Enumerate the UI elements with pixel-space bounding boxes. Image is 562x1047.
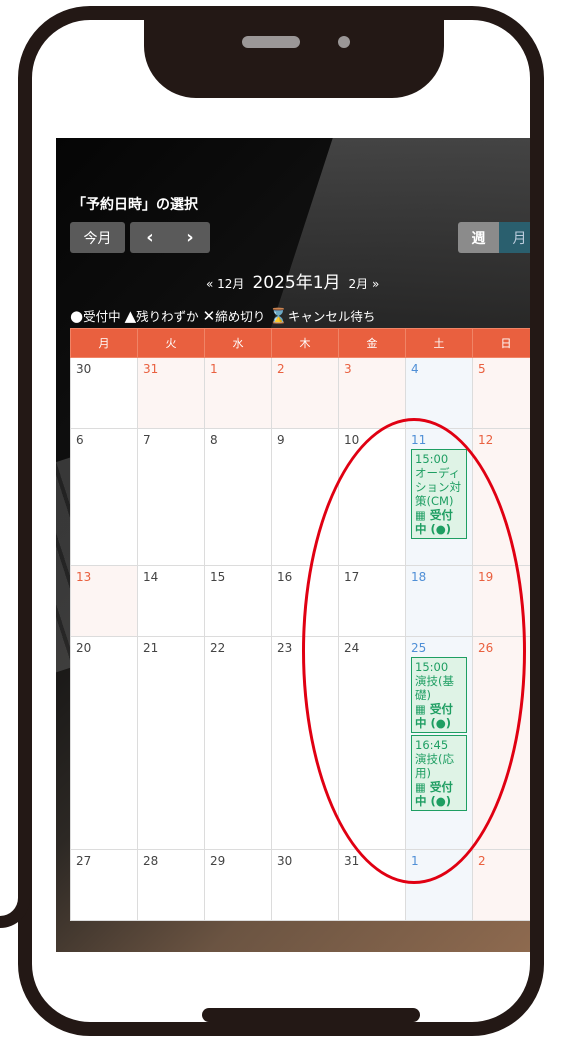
day-cell[interactable]: 14 [137, 565, 205, 637]
this-month-button[interactable]: 今月 [70, 222, 125, 253]
weekday-wed: 水 [204, 328, 272, 358]
day-cell[interactable]: 1 [204, 357, 272, 429]
camera-dot [338, 36, 350, 48]
day-cell[interactable]: 5 [472, 357, 530, 429]
weekday-mon: 月 [70, 328, 138, 358]
day-cell[interactable]: 30 [70, 357, 138, 429]
circle-icon: ● [70, 307, 84, 325]
highlight-circle-annotation [302, 418, 526, 884]
weekday-sat: 土 [405, 328, 473, 358]
phone-notch [144, 20, 444, 98]
speaker-grille [242, 36, 300, 48]
weekday-tue: 火 [137, 328, 205, 358]
status-legend: ●受付中 ▲残りわずか ✕締め切り ⌛キャンセル待ち [70, 306, 375, 325]
prev-next-button-group: ‹ › [130, 222, 210, 253]
weekday-fri: 金 [338, 328, 406, 358]
day-cell[interactable]: 2 [271, 357, 339, 429]
hourglass-icon: ⌛ [269, 307, 288, 325]
day-cell[interactable]: 7 [137, 428, 205, 566]
day-cell[interactable]: 28 [137, 849, 205, 921]
chevron-left-icon[interactable]: ‹ [130, 227, 170, 248]
day-cell[interactable]: 6 [70, 428, 138, 566]
home-indicator [202, 1008, 420, 1022]
month-navigation: « 12月 2025年1月 2月 » [206, 268, 379, 293]
day-cell[interactable]: 31 [137, 357, 205, 429]
day-cell[interactable]: 13 [70, 565, 138, 637]
next-month-link[interactable]: 2月 » [349, 275, 380, 292]
cross-icon: ✕ [202, 307, 216, 325]
prev-month-link[interactable]: « 12月 [206, 275, 244, 292]
week-row: 30 31 1 2 3 4 5 [70, 357, 530, 429]
page-title: 「予約日時」の選択 [72, 197, 198, 213]
weekday-thu: 木 [271, 328, 339, 358]
legend-closed: 締め切り [215, 309, 266, 324]
chevron-right-icon[interactable]: › [170, 227, 210, 248]
legend-open: 受付中 [83, 309, 121, 324]
current-month-label: 2025年1月 [252, 273, 341, 293]
day-cell[interactable]: 8 [204, 428, 272, 566]
week-view-button[interactable]: 週 [458, 222, 499, 253]
view-toggle: 週 月 [458, 222, 530, 253]
weekday-header-row: 月 火 水 木 金 土 日 [70, 328, 530, 358]
day-cell[interactable]: 22 [204, 636, 272, 850]
day-cell[interactable]: 15 [204, 565, 272, 637]
day-cell[interactable]: 27 [70, 849, 138, 921]
legend-few: 残りわずか [136, 309, 199, 324]
day-cell[interactable]: 30 [271, 849, 339, 921]
day-cell[interactable]: 20 [70, 636, 138, 850]
day-cell[interactable]: 29 [204, 849, 272, 921]
legend-wait: キャンセル待ち [287, 309, 376, 324]
day-cell[interactable]: 3 [338, 357, 406, 429]
weekday-sun: 日 [472, 328, 530, 358]
day-cell[interactable]: 2 [472, 849, 530, 921]
day-cell[interactable]: 21 [137, 636, 205, 850]
triangle-icon: ▲ [124, 307, 137, 325]
month-view-button[interactable]: 月 [499, 222, 530, 253]
